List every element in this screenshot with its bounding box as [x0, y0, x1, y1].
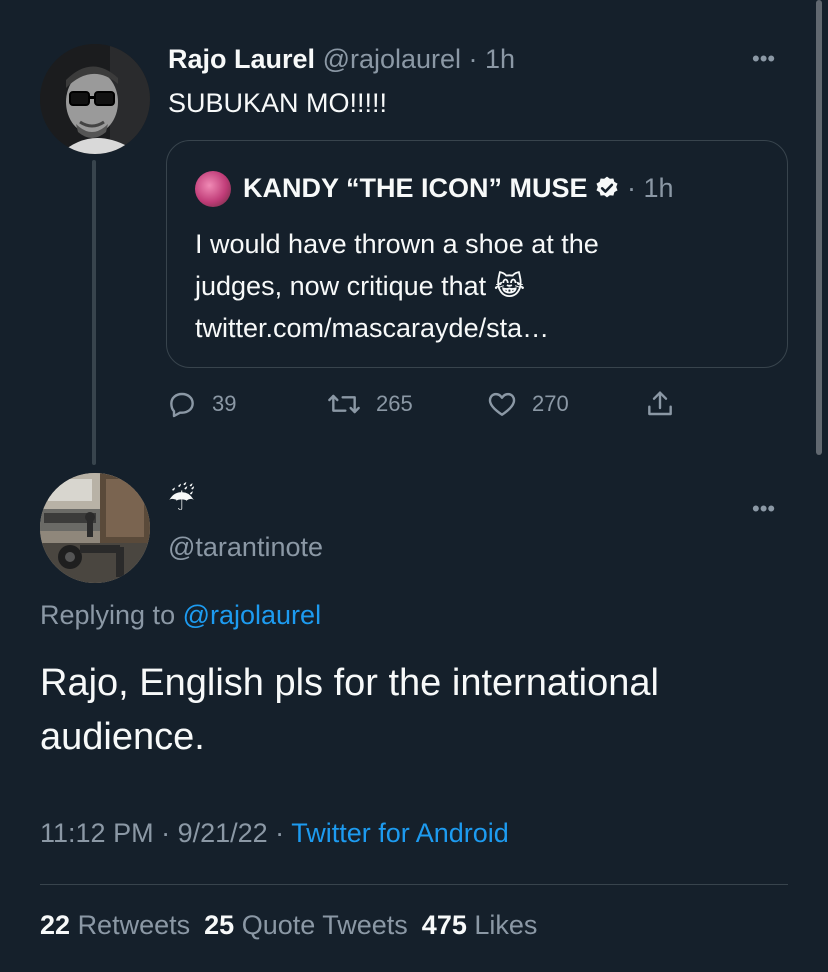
avatar-portrait-image [40, 44, 150, 154]
reply-count: 39 [212, 391, 237, 416]
share-button[interactable] [644, 388, 676, 420]
retweets-count: 22 [40, 910, 71, 940]
likes-label: Likes [474, 910, 538, 940]
quoted-time: 1h [643, 173, 674, 203]
parent-time[interactable]: 1h [485, 44, 515, 74]
likes-count: 475 [421, 910, 467, 940]
heart-icon [486, 388, 518, 420]
quote-tweets-count: 25 [204, 910, 235, 940]
quoted-tweet-text: I would have thrown a shoe at the judges… [195, 223, 775, 349]
retweet-button[interactable]: 265 [326, 388, 413, 420]
more-options-icon[interactable]: ••• [752, 48, 775, 70]
replying-prefix: Replying to [40, 600, 183, 630]
more-options-icon[interactable]: ••• [752, 498, 775, 520]
reply-button[interactable]: 39 [166, 388, 236, 420]
tweet-time[interactable]: 11:12 PM [40, 818, 154, 848]
like-count: 270 [532, 391, 569, 416]
quoted-separator: · [619, 173, 644, 203]
like-button[interactable]: 270 [486, 388, 569, 420]
umbrella-rain-icon[interactable]: ☔ [168, 486, 195, 516]
meta-separator: · [267, 818, 292, 848]
quoted-text-line: I would have thrown a shoe at the [195, 229, 599, 259]
parent-handle[interactable]: @rajolaurel [323, 44, 461, 74]
quoted-tweet-card[interactable]: KANDY “THE ICON” MUSE · 1h I would have … [166, 140, 788, 368]
main-text-line: Rajo, English pls for the international [40, 662, 659, 704]
parent-tweet-header: Rajo Laurel @rajolaurel · 1h [168, 44, 515, 75]
verified-badge-icon [594, 175, 620, 208]
avatar-tarantinote[interactable] [40, 473, 150, 583]
retweets-stat[interactable]: 22 Retweets [40, 910, 204, 940]
quoted-tweet-header: KANDY “THE ICON” MUSE · 1h [243, 173, 674, 208]
main-handle[interactable]: @tarantinote [168, 532, 323, 563]
divider [40, 884, 788, 885]
retweet-count: 265 [376, 391, 413, 416]
quoted-display-name: KANDY “THE ICON” MUSE [243, 173, 588, 203]
parent-tweet-text: SUBUKAN MO!!!!! [168, 88, 388, 118]
quoted-avatar [195, 171, 231, 207]
tweet-date[interactable]: 9/21/22 [178, 818, 268, 848]
avatar-gym-photo-image [40, 473, 150, 583]
reply-icon [166, 388, 198, 420]
thread-connector-line [92, 160, 96, 465]
tweet-thread-page: ••• Rajo Laurel @rajolaurel · 1h SUBUKAN… [0, 0, 828, 972]
scrollbar[interactable] [816, 0, 822, 455]
engagement-stats: 22 Retweets 25 Quote Tweets 475 Likes [40, 910, 551, 941]
main-tweet-text: Rajo, English pls for the international … [40, 656, 800, 764]
avatar-rajolaurel[interactable] [40, 44, 150, 154]
parent-display-name[interactable]: Rajo Laurel [168, 44, 315, 74]
retweet-icon [326, 388, 362, 420]
quote-tweets-label: Quote Tweets [241, 910, 408, 940]
share-icon [644, 388, 676, 420]
main-text-line: audience. [40, 716, 205, 758]
likes-stat[interactable]: 475 Likes [422, 910, 552, 940]
quote-tweets-stat[interactable]: 25 Quote Tweets [204, 910, 422, 940]
replying-to: Replying to @rajolaurel [40, 600, 321, 631]
parent-separator: · [461, 44, 486, 74]
retweets-label: Retweets [77, 910, 191, 940]
tweet-source-link[interactable]: Twitter for Android [291, 818, 509, 848]
tweet-metadata: 11:12 PM · 9/21/22 · Twitter for Android [40, 818, 509, 849]
meta-separator: · [153, 818, 178, 848]
replying-to-link[interactable]: @rajolaurel [183, 600, 321, 630]
quoted-text-line: judges, now critique that 😹 [195, 271, 526, 301]
quoted-link-line[interactable]: twitter.com/mascarayde/sta… [195, 307, 775, 349]
